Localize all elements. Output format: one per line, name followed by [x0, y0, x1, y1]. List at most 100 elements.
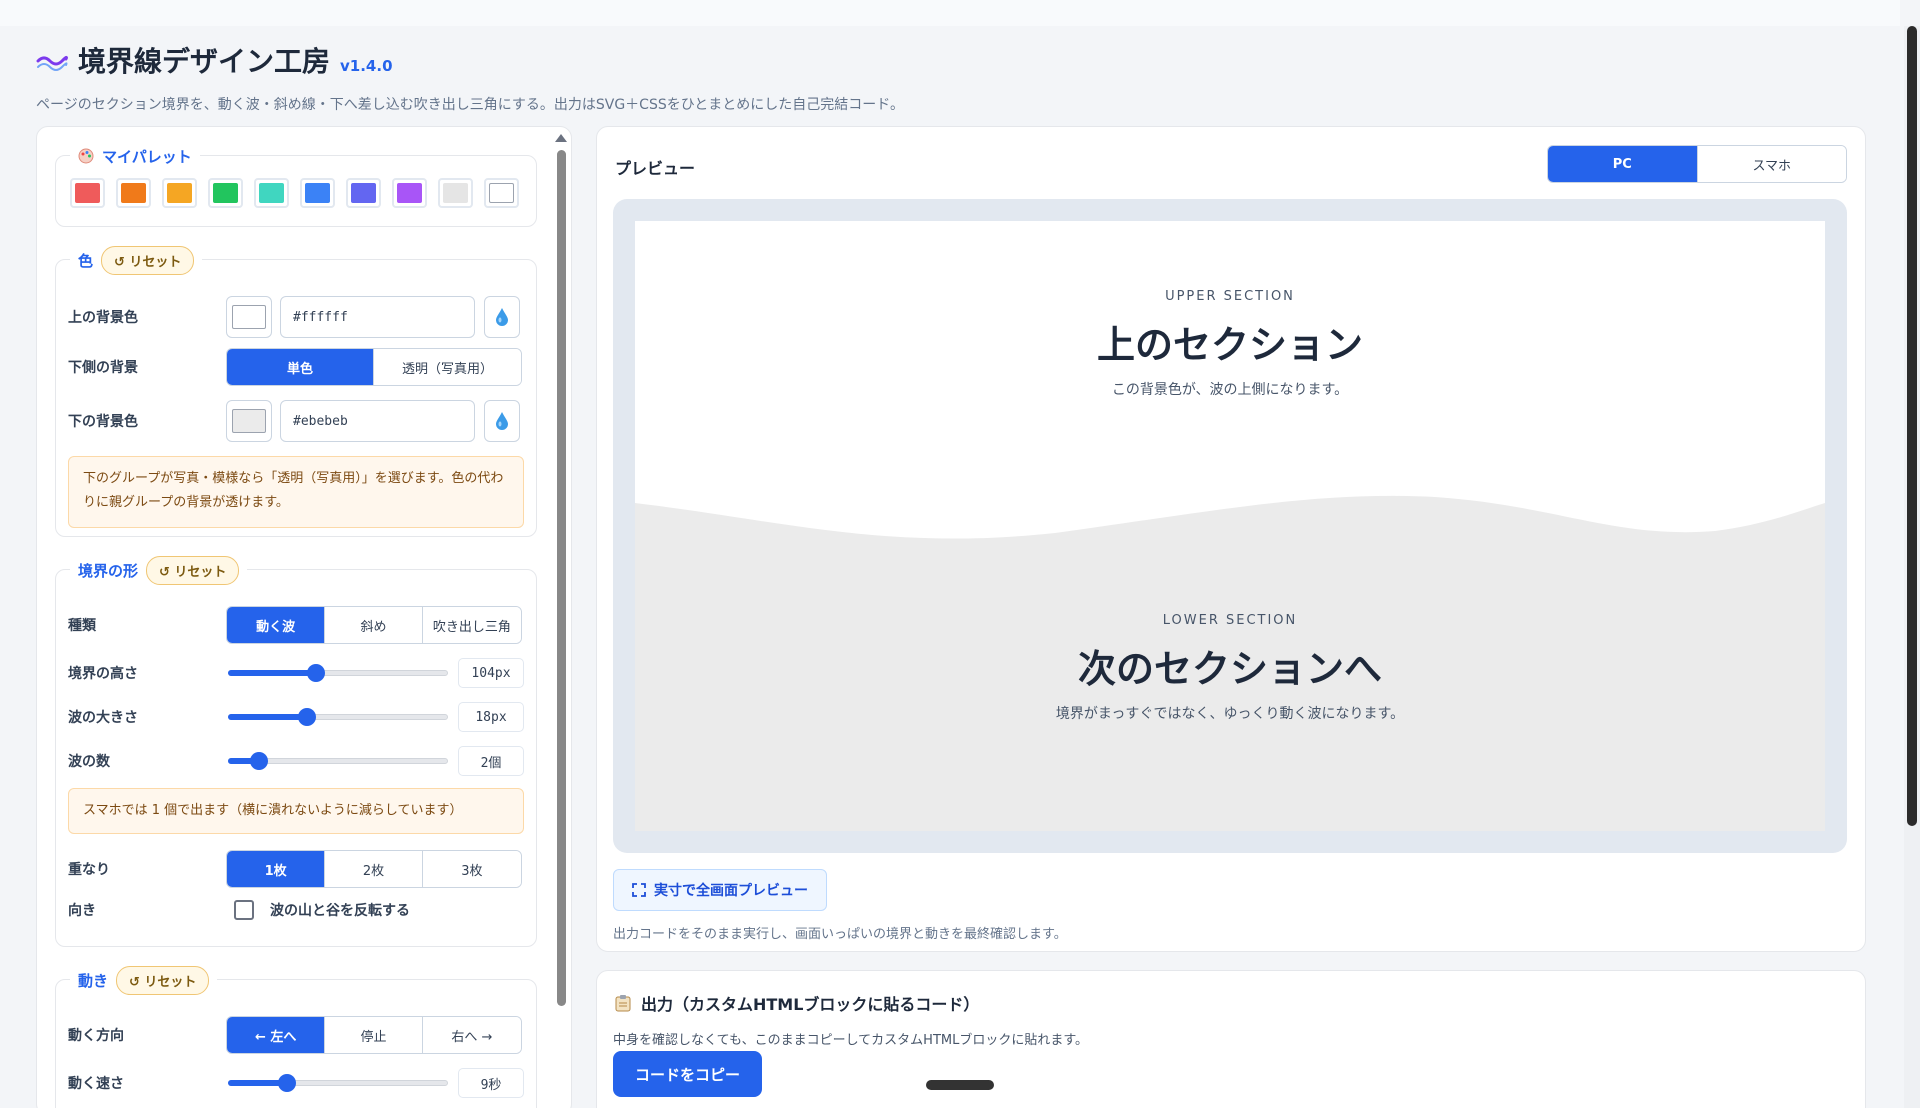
top-strip: [0, 0, 1900, 26]
motion-group: 動き ↺ リセット 動く方向 ← 左へ 停止 右へ → 動く速さ 9秒: [55, 965, 537, 1108]
lower-section: LOWER SECTION 次のセクションへ 境界がまっすぐではなく、ゆっくり動…: [635, 613, 1825, 723]
lower-mode-row: 下側の背景 単色 透明（写真用）: [68, 348, 524, 386]
shape-type-slant[interactable]: 斜め: [324, 607, 422, 643]
palette-swatch[interactable]: [484, 178, 519, 208]
height-label: 境界の高さ: [68, 666, 138, 682]
shape-type-wave[interactable]: 動く波: [227, 607, 325, 643]
scroll-up-arrow-icon[interactable]: [555, 134, 567, 142]
copy-code-button[interactable]: コードをコピー: [613, 1051, 763, 1097]
amp-value[interactable]: 18px: [458, 702, 524, 732]
shape-legend: 境界の形 ↺ リセット: [70, 555, 248, 585]
lower-mode-solid[interactable]: 単色: [227, 349, 373, 385]
window-scrollbar[interactable]: [1904, 26, 1920, 1108]
upper-eyebrow: UPPER SECTION: [1165, 289, 1295, 304]
palette-group: マイパレット: [55, 142, 537, 227]
palette-swatch[interactable]: [438, 178, 473, 208]
layers-3[interactable]: 3枚: [421, 851, 521, 887]
height-value[interactable]: 104px: [458, 658, 524, 688]
droplet-icon: [496, 412, 508, 430]
upper-title: 上のセクション: [1096, 323, 1363, 367]
height-slider-knob[interactable]: [307, 664, 325, 682]
output-title-row: 出力（カスタムHTMLブロックに貼るコード）: [615, 991, 979, 1015]
output-card: 出力（カスタムHTMLブロックに貼るコード） 中身を確認しなくても、このままコピ…: [596, 970, 1866, 1108]
upper-bg-eyedropper-button[interactable]: [484, 296, 520, 338]
amp-slider-knob[interactable]: [298, 708, 317, 726]
app-subtitle: ページのセクション境界を、動く波・斜め線・下へ差し込む吹き出し三角にする。出力は…: [36, 97, 905, 113]
color-legend-text: 色: [78, 251, 94, 270]
shape-reset-button[interactable]: ↺ リセット: [146, 555, 240, 585]
motion-legend-text: 動き: [78, 971, 109, 990]
shape-group: 境界の形 ↺ リセット 種類 動く波 斜め 吹き出し三角 境界の高さ 104px…: [55, 555, 537, 947]
clipboard-icon: [615, 995, 631, 1012]
lower-bg-hex-input[interactable]: #ebebeb: [280, 400, 475, 442]
height-row: 境界の高さ 104px: [68, 658, 524, 688]
upper-bg-row: 上の背景色 #ffffff: [68, 296, 524, 338]
layers-segmented: 1枚 2枚 3枚: [226, 850, 522, 888]
speed-slider[interactable]: [228, 1073, 448, 1093]
motion-right[interactable]: 右へ →: [421, 1017, 521, 1053]
motion-direction-row: 動く方向 ← 左へ 停止 右へ →: [68, 1016, 524, 1054]
palette-swatch[interactable]: [70, 178, 105, 208]
layers-2[interactable]: 2枚: [324, 851, 422, 887]
invert-wave-label[interactable]: 波の山と谷を反転する: [270, 900, 410, 920]
motion-legend: 動き ↺ リセット: [70, 965, 218, 995]
color-group: 色 ↺ リセット 上の背景色 #ffffff 下側の背景 単色 透明（写真用） …: [55, 245, 537, 537]
amp-slider[interactable]: [228, 707, 448, 727]
upper-bg-hex-input[interactable]: #ffffff: [280, 296, 475, 338]
height-slider[interactable]: [228, 663, 448, 683]
preview-stage: UPPER SECTION 上のセクション この背景色が、波の上側になります。 …: [613, 199, 1847, 853]
app-header: 境界線デザイン工房 v1.4.0 ページのセクション境界を、動く波・斜め線・下へ…: [36, 40, 904, 114]
settings-panel-scrollbar[interactable]: [554, 132, 568, 1010]
count-slider[interactable]: [228, 751, 448, 771]
palette-swatch[interactable]: [346, 178, 381, 208]
palette-swatch[interactable]: [254, 178, 289, 208]
device-toggle: PC スマホ: [1547, 145, 1847, 183]
invert-wave-checkbox[interactable]: [234, 900, 254, 920]
count-slider-knob[interactable]: [249, 752, 268, 770]
preview-card: プレビュー PC スマホ UPPER SECTION 上のセクション この背景色…: [596, 126, 1866, 952]
palette-swatch[interactable]: [208, 178, 243, 208]
layers-1[interactable]: 1枚: [227, 851, 325, 887]
color-reset-button[interactable]: ↺ リセット: [101, 245, 195, 275]
lower-mode-transparent[interactable]: 透明（写真用）: [373, 349, 521, 385]
palette-swatches: [70, 178, 519, 208]
shape-type-segmented: 動く波 斜め 吹き出し三角: [226, 606, 522, 644]
shape-type-triangle[interactable]: 吹き出し三角: [421, 607, 521, 643]
motion-left[interactable]: ← 左へ: [227, 1017, 325, 1053]
app-version: v1.4.0: [340, 57, 393, 75]
palette-icon: [78, 148, 94, 164]
fullscreen-preview-button[interactable]: 実寸で全画面プレビュー: [613, 869, 827, 911]
lower-bg-color-picker[interactable]: [226, 400, 272, 442]
drag-handle[interactable]: [926, 1080, 994, 1090]
droplet-icon: [496, 308, 508, 326]
lower-mode-segmented: 単色 透明（写真用）: [226, 348, 522, 386]
motion-stop[interactable]: 停止: [324, 1017, 422, 1053]
motion-reset-button[interactable]: ↺ リセット: [116, 965, 210, 995]
mobile-count-note: スマホでは 1 個で出ます（横に潰れないように減らしています）: [68, 788, 524, 834]
settings-scrollbar-thumb[interactable]: [557, 150, 566, 1006]
speed-value[interactable]: 9秒: [458, 1068, 524, 1098]
layers-label: 重なり: [68, 862, 110, 878]
speed-row: 動く速さ 9秒: [68, 1068, 524, 1098]
upper-bg-label: 上の背景色: [68, 310, 138, 326]
fullscreen-note: 出力コードをそのまま実行し、画面いっぱいの境界と動きを最終確認します。: [613, 927, 1067, 942]
wave-logo-icon: [36, 55, 68, 71]
transparent-hint-note: 下のグループが写真・模様なら「透明（写真用）」を選びます。色の代わりに親グループ…: [68, 456, 524, 528]
device-mobile-tab[interactable]: スマホ: [1696, 146, 1846, 182]
palette-swatch[interactable]: [116, 178, 151, 208]
upper-bg-color-picker[interactable]: [226, 296, 272, 338]
lower-bg-eyedropper-button[interactable]: [484, 400, 520, 442]
upper-section: UPPER SECTION 上のセクション この背景色が、波の上側になります。: [635, 221, 1825, 501]
speed-slider-knob[interactable]: [278, 1074, 297, 1092]
device-pc-tab[interactable]: PC: [1548, 146, 1697, 182]
lower-mode-label: 下側の背景: [68, 360, 138, 376]
window-scrollbar-thumb[interactable]: [1907, 26, 1917, 826]
lower-title: 次のセクションへ: [1077, 647, 1382, 691]
shape-type-row: 種類 動く波 斜め 吹き出し三角: [68, 606, 524, 644]
palette-swatch[interactable]: [392, 178, 427, 208]
amp-label: 波の大きさ: [68, 710, 138, 726]
palette-swatch[interactable]: [300, 178, 335, 208]
palette-swatch[interactable]: [162, 178, 197, 208]
count-value[interactable]: 2個: [458, 746, 524, 776]
color-legend: 色 ↺ リセット: [70, 245, 203, 275]
